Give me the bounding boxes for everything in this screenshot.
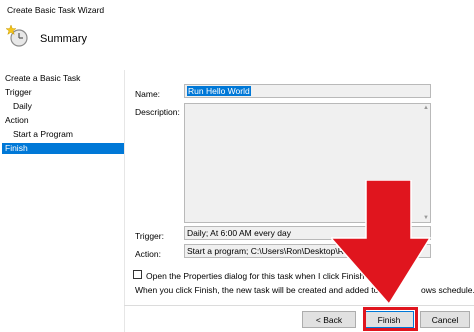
name-label: Name: bbox=[135, 89, 161, 99]
page-heading: Summary bbox=[40, 33, 88, 45]
action-label: Action: bbox=[135, 249, 161, 259]
name-field[interactable]: Run Hello World bbox=[184, 84, 431, 98]
trigger-label: Trigger: bbox=[135, 231, 164, 241]
finish-highlight-box bbox=[363, 307, 418, 331]
nav-item-trigger[interactable]: Trigger bbox=[5, 87, 32, 98]
description-label: Description: bbox=[135, 107, 180, 117]
wizard-header: Summary bbox=[0, 20, 474, 71]
window-titlebar: Create Basic Task Wizard bbox=[0, 0, 474, 21]
name-value: Run Hello World bbox=[187, 86, 251, 96]
trigger-value: Daily; At 6:00 AM every day bbox=[187, 228, 291, 238]
nav-item-create-basic-task[interactable]: Create a Basic Task bbox=[5, 73, 80, 84]
nav-item-finish[interactable]: Finish bbox=[2, 143, 124, 154]
task-wizard-icon bbox=[5, 24, 28, 47]
scroll-up-arrow-icon[interactable]: ▲ bbox=[423, 105, 429, 111]
wizard-steps-nav: Create a Basic Task Trigger Daily Action… bbox=[0, 70, 124, 332]
open-properties-checkbox[interactable] bbox=[133, 270, 142, 279]
cancel-button[interactable]: Cancel bbox=[420, 311, 470, 328]
nav-item-start-a-program[interactable]: Start a Program bbox=[13, 129, 73, 140]
nav-item-action[interactable]: Action bbox=[5, 115, 29, 126]
nav-item-daily[interactable]: Daily bbox=[13, 101, 32, 112]
red-down-arrow-icon bbox=[331, 180, 431, 306]
window-title: Create Basic Task Wizard bbox=[7, 5, 105, 15]
back-button[interactable]: < Back bbox=[302, 311, 356, 328]
